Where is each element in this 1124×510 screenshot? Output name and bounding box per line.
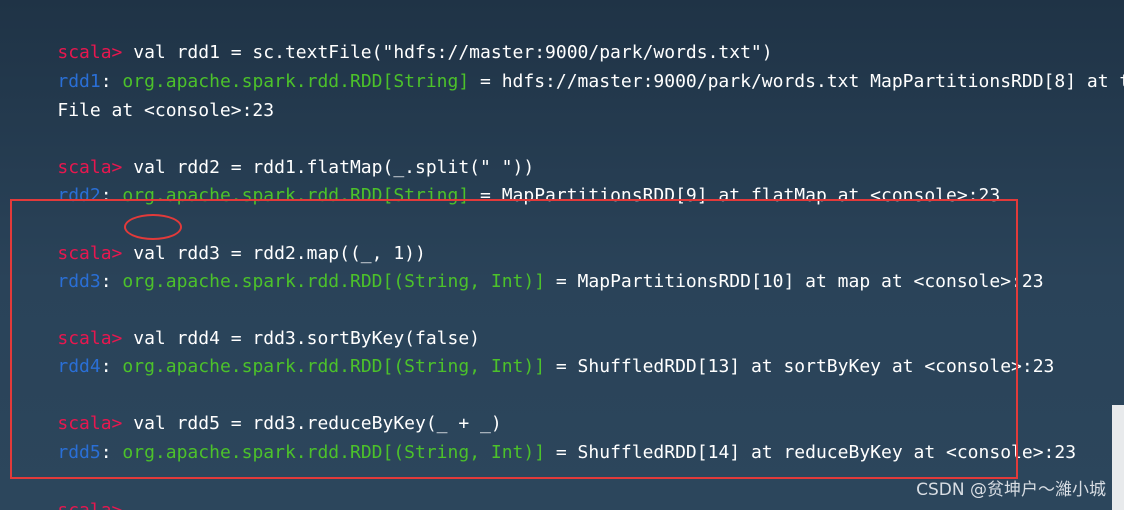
watermark: CSDN @贫坤户～濰小城 [916, 480, 1106, 500]
terminal-window[interactable]: scala> val rdd1 = sc.textFile("hdfs://ma… [0, 0, 1124, 510]
terminal-line-output: rdd2: org.apache.spark.rdd.RDD[String] =… [14, 154, 1000, 206]
terminal-line-output: rdd1: org.apache.spark.rdd.RDD[String] =… [14, 40, 1124, 92]
scrollbar[interactable] [1112, 405, 1124, 510]
highlight-oval [124, 214, 182, 240]
highlight-box [10, 199, 1018, 479]
terminal-line-output-continued: File at <console>:23 [14, 69, 274, 121]
scala-prompt: scala> [57, 500, 122, 510]
terminal-line-command: scala> val rdd2 = rdd1.flatMap(_.split("… [14, 126, 534, 178]
terminal-line-command: scala> val rdd1 = sc.textFile("hdfs://ma… [14, 11, 772, 63]
result-value: = hdfs://master:9000/park/words.txt MapP… [469, 71, 1124, 92]
output-text: File at <console>:23 [57, 100, 275, 121]
